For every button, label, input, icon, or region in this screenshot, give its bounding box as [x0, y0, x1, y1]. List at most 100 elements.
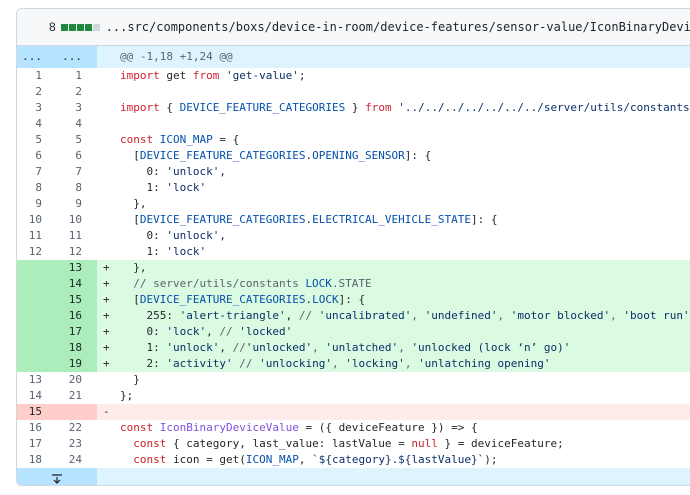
context-line: 88 1: 'lock' [17, 180, 690, 196]
old-line-number[interactable]: 17 [17, 436, 57, 452]
diff-lines: 1 1 import get from 'get-value'; 2 2 3 3 import… [17, 68, 690, 468]
line-sign [97, 148, 117, 164]
line-sign [97, 180, 117, 196]
old-line-number[interactable] [17, 276, 57, 292]
new-line-number[interactable]: 13 [57, 260, 97, 276]
new-line-number[interactable]: 15 [57, 292, 97, 308]
hunk-expand-right[interactable]: ... [57, 46, 97, 68]
context-line: 66 [DEVICE_FEATURE_CATEGORIES.OPENING_SE… [17, 148, 690, 164]
new-line-number[interactable]: 10 [57, 212, 97, 228]
old-line-number[interactable]: 13 [17, 372, 57, 388]
new-line-number[interactable]: 16 [57, 308, 97, 324]
line-code: const ICON_MAP = { [120, 133, 240, 146]
old-line-number[interactable]: 11 [17, 228, 57, 244]
line-code: 255: 'alert-triangle', // 'uncalibrated'… [120, 309, 690, 322]
old-line-number[interactable] [17, 324, 57, 340]
line-code: // server/utils/constants LOCK.STATE [133, 277, 372, 290]
new-line-number[interactable]: 1 [57, 68, 97, 84]
line-code: import { DEVICE_FEATURE_CATEGORIES } fro… [120, 101, 690, 114]
new-line-number[interactable]: 18 [57, 340, 97, 356]
line-sign [97, 452, 117, 468]
line-sign [97, 372, 117, 388]
new-line-number[interactable]: 3 [57, 100, 97, 116]
hunk-header: ... ... @@ -1,18 +1,24 @@ [17, 46, 690, 68]
old-line-number[interactable]: 16 [17, 420, 57, 436]
old-line-number[interactable]: 5 [17, 132, 57, 148]
old-line-number[interactable]: 15 [17, 404, 57, 420]
old-line-number[interactable] [17, 340, 57, 356]
line-code: const IconBinaryDeviceValue = ({ deviceF… [120, 421, 478, 434]
line-code: 0: 'lock', // 'locked' [120, 325, 293, 338]
new-line-number[interactable]: 11 [57, 228, 97, 244]
line-code: [DEVICE_FEATURE_CATEGORIES.LOCK]: { [120, 293, 366, 306]
line-code: [DEVICE_FEATURE_CATEGORIES.ELECTRICAL_VE… [120, 213, 498, 226]
line-code: 2: 'activity' // 'unlocking', 'locking',… [120, 357, 551, 370]
old-line-number[interactable]: 9 [17, 196, 57, 212]
old-line-number[interactable] [17, 308, 57, 324]
new-line-number[interactable]: 21 [57, 388, 97, 404]
line-code: 0: 'unlock', [120, 229, 226, 242]
old-line-number[interactable]: 3 [17, 100, 57, 116]
context-line: 17 23 const { category, last_value: lastV… [17, 436, 690, 452]
context-line: 5 5 const ICON_MAP = { [17, 132, 690, 148]
old-line-number[interactable]: 7 [17, 164, 57, 180]
line-sign: + [103, 293, 110, 306]
new-line-number[interactable]: 17 [57, 324, 97, 340]
new-line-number[interactable]: 9 [57, 196, 97, 212]
old-line-number[interactable] [17, 292, 57, 308]
new-line-number[interactable]: 14 [57, 276, 97, 292]
new-line-number[interactable]: 23 [57, 436, 97, 452]
line-sign [97, 388, 117, 404]
line-code [117, 84, 690, 100]
context-line: 12 12 1: 'lock' [17, 244, 690, 260]
added-line: 15 + [DEVICE_FEATURE_CATEGORIES.LOCK]: { [17, 292, 690, 308]
line-code: }, [120, 197, 147, 210]
old-line-number[interactable]: 18 [17, 452, 57, 468]
context-line: 3 3 import { DEVICE_FEATURE_CATEGORIES } f… [17, 100, 690, 116]
new-line-number[interactable]: 20 [57, 372, 97, 388]
new-line-number[interactable]: 8 [57, 180, 97, 196]
expand-down-row [17, 468, 690, 485]
new-line-number[interactable]: 7 [57, 164, 97, 180]
new-line-number[interactable]: 22 [57, 420, 97, 436]
expand-down-button[interactable] [17, 468, 97, 485]
new-line-number[interactable]: 12 [57, 244, 97, 260]
old-line-number[interactable]: 8 [17, 180, 57, 196]
new-line-number[interactable] [57, 404, 97, 420]
line-sign: + [103, 277, 110, 290]
file-path[interactable]: ...src/components/boxs/device-in-room/de… [106, 20, 690, 34]
context-line: 99 }, [17, 196, 690, 212]
line-sign [97, 164, 117, 180]
line-sign [97, 84, 117, 100]
file-header: 8 ...src/components/boxs/device-in-room/… [17, 9, 690, 46]
old-line-number[interactable]: 1 [17, 68, 57, 84]
added-line: 18 + 1: 'unlock', //'unlocked', 'unlatche… [17, 340, 690, 356]
line-sign [97, 100, 117, 116]
old-line-number[interactable] [17, 356, 57, 372]
hunk-expand-left[interactable]: ... [17, 46, 57, 68]
new-line-number[interactable]: 24 [57, 452, 97, 468]
changes-count: 8 [49, 20, 56, 34]
line-sign [97, 68, 117, 84]
line-code [117, 404, 690, 420]
old-line-number[interactable]: 4 [17, 116, 57, 132]
old-line-number[interactable]: 10 [17, 212, 57, 228]
old-line-number[interactable]: 12 [17, 244, 57, 260]
line-sign: + [103, 341, 110, 354]
line-code: } [120, 373, 140, 386]
added-line: 13 + }, [17, 260, 690, 276]
new-line-number[interactable]: 19 [57, 356, 97, 372]
line-sign [97, 116, 117, 132]
old-line-number[interactable]: 6 [17, 148, 57, 164]
new-line-number[interactable]: 2 [57, 84, 97, 100]
new-line-number[interactable]: 5 [57, 132, 97, 148]
old-line-number[interactable] [17, 260, 57, 276]
line-code: }, [120, 261, 147, 274]
old-line-number[interactable]: 14 [17, 388, 57, 404]
line-code: const { category, last_value: lastValue … [133, 437, 564, 450]
old-line-number[interactable]: 2 [17, 84, 57, 100]
line-sign [97, 420, 117, 436]
line-sign [97, 244, 117, 260]
new-line-number[interactable]: 6 [57, 148, 97, 164]
new-line-number[interactable]: 4 [57, 116, 97, 132]
